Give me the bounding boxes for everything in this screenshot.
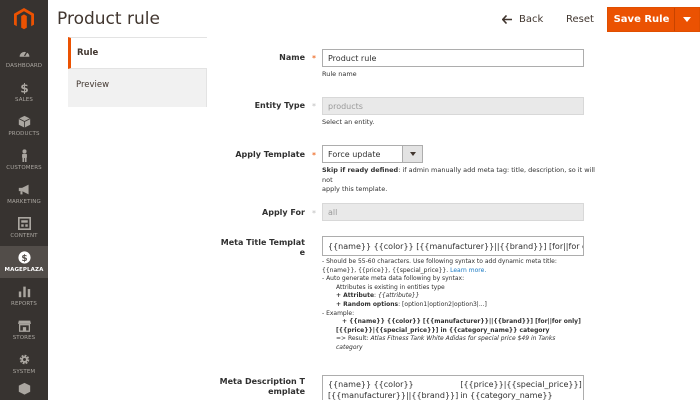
nav-content[interactable]: CONTENT: [0, 212, 48, 244]
svg-text:$: $: [20, 81, 28, 94]
required-marker: *: [312, 54, 316, 63]
apply-template-label: Apply Template: [235, 150, 305, 159]
apply-template-note: Skip if ready defined: if admin manually…: [322, 166, 595, 193]
learn-more-link[interactable]: Learn more.: [450, 267, 486, 274]
apply-template-select[interactable]: Force update: [322, 145, 423, 163]
magento-logo[interactable]: [0, 0, 48, 38]
apply-for-input[interactable]: all: [322, 203, 584, 221]
nav-products[interactable]: PRODUCTS: [0, 110, 48, 142]
admin-sidebar: DASHBOARD $ SALES PRODUCTS CUSTOMERS MAR…: [0, 0, 48, 400]
megaphone-icon: [18, 184, 29, 195]
save-options-toggle[interactable]: [674, 8, 699, 31]
name-label: Name: [279, 53, 305, 62]
caret-down-icon: [683, 17, 691, 22]
required-marker: *: [312, 209, 316, 218]
nav-marketing[interactable]: MARKETING: [0, 178, 48, 210]
entity-type-note: Select an entity.: [322, 118, 375, 126]
box-icon: [18, 115, 30, 128]
apply-template-value: Force update: [328, 149, 381, 159]
save-rule-label: Save Rule: [613, 14, 670, 25]
gear-icon: [19, 354, 29, 365]
required-marker: *: [312, 151, 316, 160]
nav-sales[interactable]: $ SALES: [0, 76, 48, 108]
reset-button[interactable]: Reset: [566, 14, 594, 25]
nav-dashboard[interactable]: DASHBOARD: [0, 42, 48, 74]
name-note: Rule name: [322, 70, 357, 78]
storefront-icon: [17, 320, 31, 332]
magento-logo-icon: [14, 8, 34, 30]
caret-down-icon: [409, 152, 416, 156]
meta-description-template-input[interactable]: {{name}} {{color}} [{{manufacturer}}||{{…: [322, 375, 584, 400]
nav-reports[interactable]: REPORTS: [0, 280, 48, 312]
page-title: Product rule: [57, 9, 160, 29]
nav-system[interactable]: SYSTEM: [0, 348, 48, 380]
entity-type-input[interactable]: products: [322, 97, 584, 115]
meta-title-template-label: Meta Title Templat e: [220, 238, 305, 257]
apply-for-label: Apply For: [262, 208, 305, 217]
dollar-icon: $: [20, 81, 28, 94]
person-icon: [21, 149, 27, 162]
entity-type-label: Entity Type: [254, 101, 305, 110]
meta-title-help: - Should be 55-60 characters. Use follow…: [322, 258, 581, 351]
name-input[interactable]: Product rule: [322, 49, 584, 67]
arrow-left-icon: [502, 15, 512, 24]
apply-template-dropdown-button[interactable]: [402, 146, 422, 162]
back-button-label: Back: [519, 14, 544, 25]
speedometer-icon: [19, 51, 29, 57]
svg-text:$: $: [21, 254, 27, 264]
page-header: Product rule Back Reset Save Rule: [48, 0, 700, 40]
layout-icon: [17, 217, 31, 230]
meta-title-template-input[interactable]: {{name}} {{color}} [{{manufacturer}}||{{…: [322, 236, 584, 256]
nav-partners[interactable]: [0, 382, 48, 400]
save-rule-button[interactable]: Save Rule: [607, 7, 700, 32]
required-marker: *: [312, 102, 316, 111]
nav-mageplaza[interactable]: $ MAGEPLAZA: [0, 246, 48, 278]
meta-description-template-label: Meta Description Template: [219, 377, 305, 396]
nav-customers[interactable]: CUSTOMERS: [0, 144, 48, 176]
bar-chart-icon: [18, 286, 30, 298]
rule-tabs: Rule Preview: [68, 37, 207, 107]
cube-icon: [18, 382, 30, 395]
nav-stores[interactable]: STORES: [0, 314, 48, 346]
tab-rule[interactable]: Rule: [68, 37, 207, 69]
mageplaza-icon: $: [17, 251, 31, 264]
tab-preview[interactable]: Preview: [68, 69, 207, 101]
back-button[interactable]: Back: [502, 14, 543, 25]
